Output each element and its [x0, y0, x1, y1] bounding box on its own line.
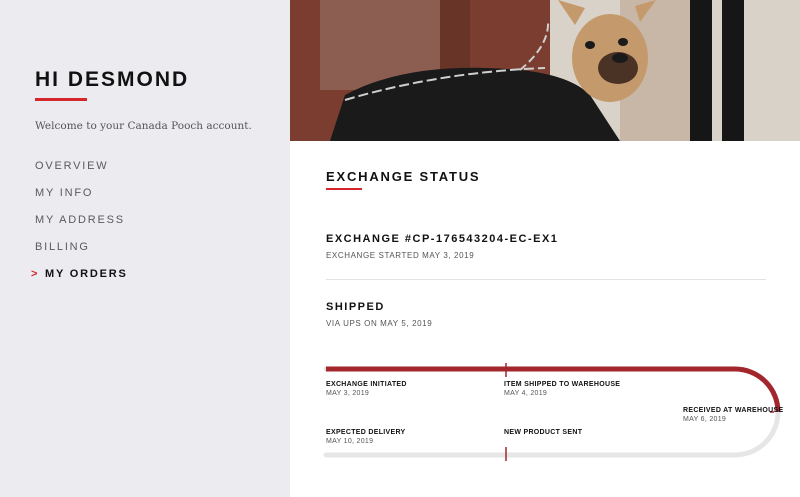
timeline-step-label: EXPECTED DELIVERY — [326, 429, 406, 436]
nav-item-label: MY ORDERS — [45, 268, 128, 280]
dog-in-jacket-illustration — [290, 0, 800, 141]
nav-item-overview[interactable]: OVERVIEW — [35, 160, 128, 187]
exchange-status-panel: EXCHANGE STATUS EXCHANGE #CP-176543204-E… — [290, 141, 800, 497]
timeline-step-date: MAY 6, 2019 — [683, 416, 727, 423]
timeline-progress-line — [326, 366, 781, 413]
nav-item-my-info[interactable]: MY INFO — [35, 187, 128, 214]
hero-image — [290, 0, 800, 141]
timeline-step-label: ITEM SHIPPED TO WAREHOUSE — [504, 381, 621, 388]
timeline-step-label: RECEIVED AT WAREHOUSE — [683, 407, 784, 414]
nav-item-my-orders[interactable]: > MY ORDERS — [31, 268, 128, 295]
timeline-step-label: EXCHANGE INITIATED — [326, 381, 407, 388]
nav-item-label: BILLING — [35, 241, 90, 253]
account-nav: OVERVIEW MY INFO MY ADDRESS BILLING > MY … — [31, 160, 128, 295]
greeting-heading: HI DESMOND — [35, 68, 190, 91]
chevron-right-icon: > — [31, 268, 40, 280]
nav-item-label: MY INFO — [35, 187, 94, 199]
nav-item-label: OVERVIEW — [35, 160, 109, 172]
nav-item-billing[interactable]: BILLING — [35, 241, 128, 268]
exchange-timeline: EXCHANGE INITIATED MAY 3, 2019 ITEM SHIP… — [290, 141, 800, 497]
timeline-step-date: MAY 3, 2019 — [326, 390, 370, 397]
greeting-underline — [35, 98, 87, 101]
timeline-step-date: MAY 10, 2019 — [326, 438, 374, 445]
nav-item-label: MY ADDRESS — [35, 214, 125, 226]
nav-item-my-address[interactable]: MY ADDRESS — [35, 214, 128, 241]
timeline-step-label: NEW PRODUCT SENT — [504, 429, 583, 436]
account-sidebar: HI DESMOND Welcome to your Canada Pooch … — [0, 0, 290, 497]
timeline-step-date: MAY 4, 2019 — [504, 390, 548, 397]
welcome-text: Welcome to your Canada Pooch account. — [35, 120, 252, 132]
